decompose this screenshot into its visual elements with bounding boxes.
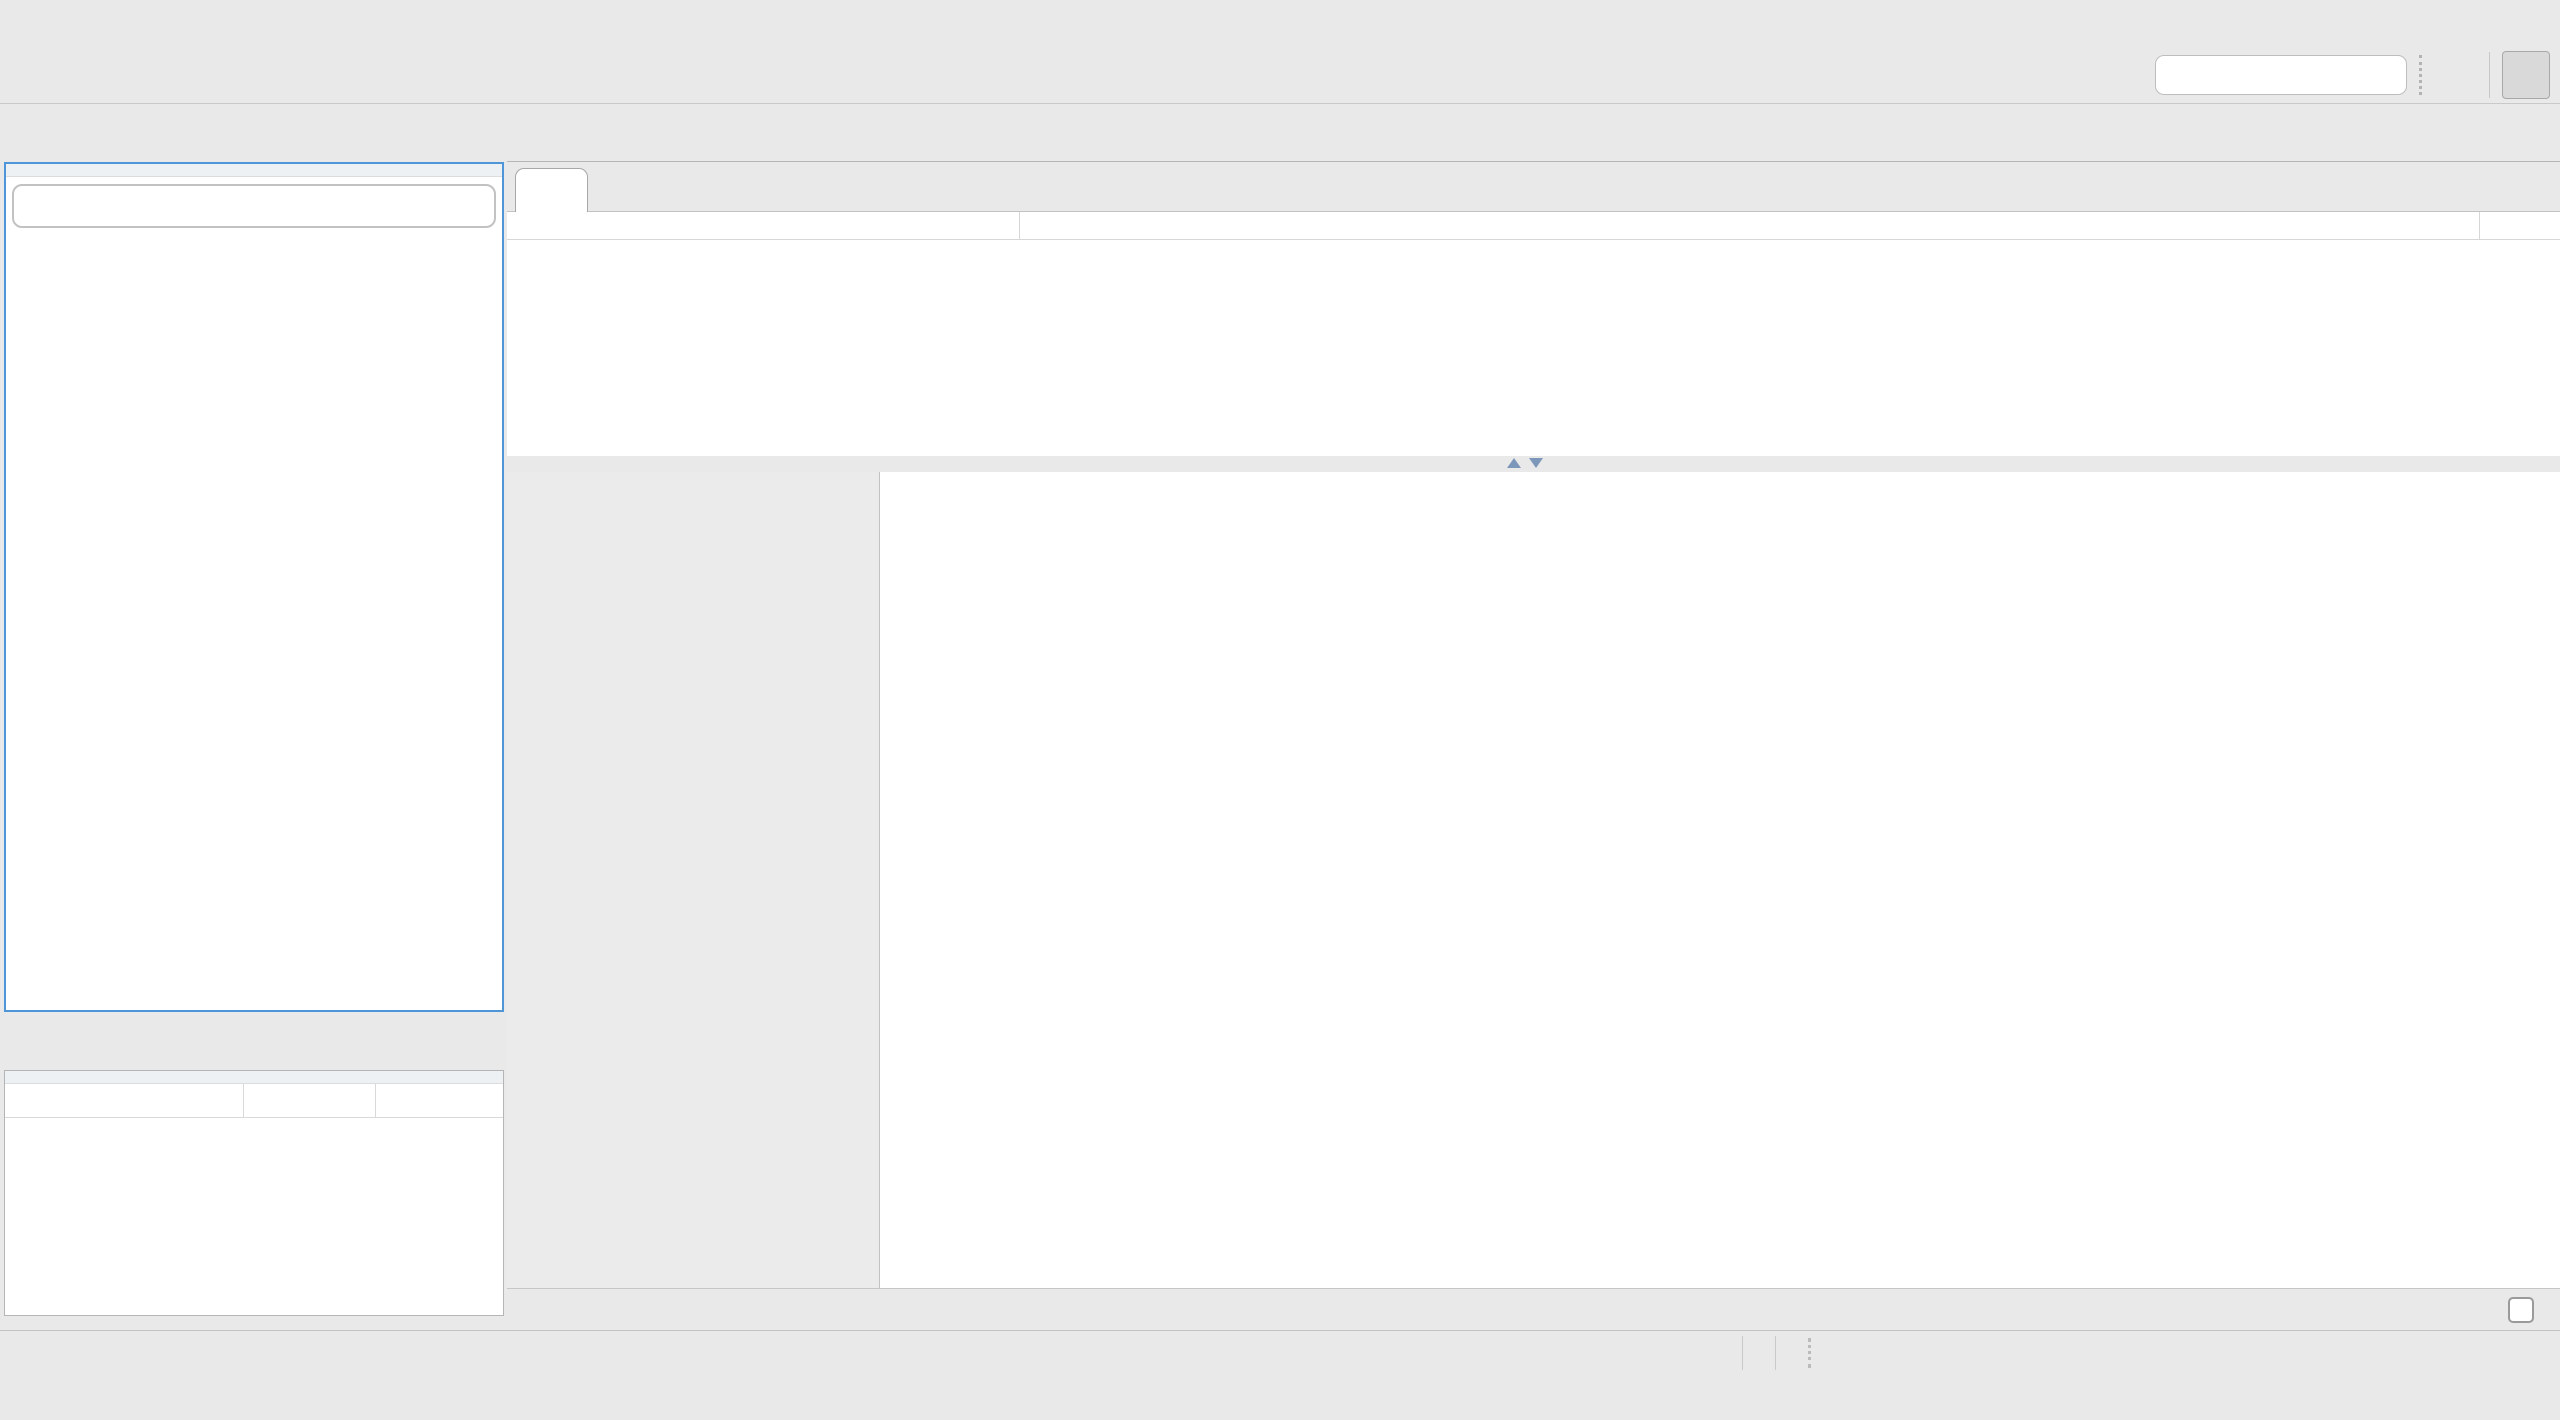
status-drag-handle bbox=[1808, 1337, 1814, 1368]
project-toolbar bbox=[5, 1071, 503, 1084]
toolbar-drag-handle bbox=[2419, 55, 2425, 95]
object-editor bbox=[507, 162, 2560, 1330]
detail-side-tabs bbox=[507, 472, 880, 1288]
column-header-datasource[interactable] bbox=[243, 1084, 375, 1117]
sash-collapse-up-icon[interactable] bbox=[1507, 458, 1521, 468]
project-column-headers bbox=[5, 1084, 503, 1118]
source-code-viewer[interactable] bbox=[880, 472, 2560, 1288]
function-icon bbox=[530, 176, 558, 204]
grid-header-value[interactable] bbox=[1020, 212, 2480, 239]
grid-header-name[interactable] bbox=[507, 212, 1020, 239]
navigator-tabbar bbox=[4, 106, 504, 162]
object-filter-input[interactable] bbox=[12, 184, 496, 228]
main-toolbar bbox=[0, 0, 2560, 104]
dbeaver-logo-icon bbox=[2509, 58, 2543, 92]
workbench bbox=[0, 104, 2560, 1330]
maximize-icon[interactable] bbox=[2522, 120, 2548, 144]
sash-arrows bbox=[1507, 458, 1543, 468]
source-footer-actions bbox=[2494, 1296, 2548, 1323]
open-perspective-icon bbox=[2440, 58, 2474, 92]
navigator-toolbar bbox=[6, 164, 502, 177]
column-header-spacer bbox=[375, 1084, 503, 1117]
properties-grid bbox=[507, 212, 2560, 456]
grid-header-spacer bbox=[2480, 212, 2560, 239]
status-separator bbox=[1775, 1335, 1776, 1370]
project-tabbar bbox=[4, 1014, 504, 1070]
sash-collapse-down-icon[interactable] bbox=[1529, 458, 1543, 468]
navigator-body bbox=[4, 162, 504, 1012]
tab-properties[interactable] bbox=[515, 168, 588, 212]
toolbar-separator bbox=[2489, 52, 2490, 98]
status-separator bbox=[1742, 1335, 1743, 1370]
minimize-icon[interactable] bbox=[2480, 120, 2506, 144]
open-perspective-button[interactable] bbox=[2437, 55, 2477, 95]
editor-minmax bbox=[2480, 120, 2548, 144]
application-window bbox=[0, 0, 2560, 1374]
dbeaver-perspective-button[interactable] bbox=[2502, 51, 2550, 99]
object-editor-header bbox=[507, 162, 2560, 212]
grid-header-row bbox=[507, 212, 2560, 240]
quick-access-input[interactable] bbox=[2155, 55, 2407, 95]
editor-area bbox=[507, 104, 2560, 1330]
database-navigator-panel bbox=[4, 106, 504, 1012]
source-footer bbox=[507, 1288, 2560, 1330]
status-center bbox=[1742, 1331, 1814, 1374]
editor-tabbar bbox=[507, 104, 2560, 162]
project-body bbox=[4, 1070, 504, 1316]
procedure-detail-area bbox=[507, 472, 2560, 1288]
quick-access-zone bbox=[2155, 50, 2550, 100]
splitter-sash[interactable] bbox=[507, 456, 2560, 472]
status-bar bbox=[0, 1330, 2560, 1374]
omit-procedure-header-checkbox[interactable] bbox=[2508, 1296, 2534, 1323]
